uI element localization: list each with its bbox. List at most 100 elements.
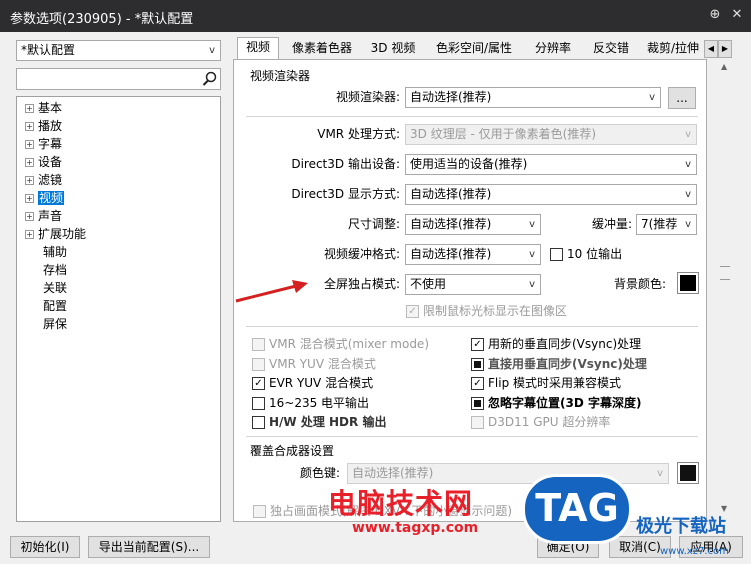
expand-icon[interactable]: +	[25, 230, 34, 239]
panel-scrollbar[interactable]: ▲ ▼	[718, 60, 732, 520]
tree-item[interactable]: 配置	[43, 297, 67, 315]
option-checkbox[interactable]	[252, 396, 265, 410]
option-checkbox[interactable]: ✓	[252, 377, 265, 390]
group-renderer-title: 视频渲染器	[248, 67, 313, 84]
tab-1[interactable]: 像素着色器	[284, 39, 360, 60]
chevron-down-icon: v	[529, 219, 535, 230]
tree-item[interactable]: + 设备	[25, 153, 62, 171]
tree-item[interactable]: + 视频	[25, 189, 65, 207]
buffer-label: 缓冲量:	[591, 217, 632, 231]
tenbit-checkbox[interactable]	[550, 248, 563, 261]
tree-item-label: 存档	[43, 263, 68, 277]
chevron-down-icon: v	[209, 45, 215, 56]
tab-scroll-left-icon[interactable]: ◀	[704, 40, 718, 58]
vmr-select[interactable]: 3D 纹理层 - 仅用于像素着色(推荐) v	[405, 124, 697, 145]
init-button[interactable]: 初始化(I)	[10, 536, 80, 558]
resize-select[interactable]: 自动选择(推荐) v	[405, 214, 541, 235]
tree-item[interactable]: 存档	[43, 261, 67, 279]
option-checkbox[interactable]	[471, 416, 484, 429]
tree-item-label: 扩展功能	[38, 227, 87, 241]
tree-item[interactable]: + 基本	[25, 99, 62, 117]
profile-combo[interactable]: *默认配置 v	[16, 40, 221, 61]
chevron-down-icon: v	[529, 249, 535, 260]
limit-cursor-label: 限制鼠标光标显示在图像区	[423, 304, 568, 318]
tab-6[interactable]: 裁剪/拉伸	[643, 39, 703, 60]
tree-item[interactable]: + 滤镜	[25, 171, 62, 189]
bg-color-swatch[interactable]	[677, 272, 699, 294]
watermark-title: 电脑技术网	[328, 487, 474, 520]
tree-item[interactable]: + 声音	[25, 207, 62, 225]
option-checkbox[interactable]: ✓	[471, 377, 484, 390]
option-checkbox[interactable]	[252, 338, 265, 351]
divider	[246, 436, 698, 437]
option-checkbox[interactable]	[252, 416, 265, 429]
tree-item[interactable]: 屏保	[43, 315, 67, 333]
tree-item-label: 字幕	[38, 137, 63, 151]
tree-item[interactable]: + 字幕	[25, 135, 62, 153]
buffer-select[interactable]: 7(推荐 v	[636, 214, 697, 235]
bg-color-label: 背景颜色:	[613, 277, 666, 291]
pin-icon[interactable]: ⊕	[706, 7, 724, 22]
option-checkbox[interactable]	[471, 357, 484, 371]
fullscreen-select[interactable]: 不使用 v	[405, 274, 541, 295]
tab-scroll-right-icon[interactable]: ▶	[718, 40, 732, 58]
renderer-value: 自动选择(推荐)	[410, 90, 492, 104]
d3d-mode-select[interactable]: 自动选择(推荐) v	[405, 184, 697, 205]
tree-item-label: 播放	[38, 119, 63, 133]
renderer-label: 视频渲染器:	[335, 90, 400, 104]
tree-item[interactable]: 关联	[43, 279, 67, 297]
tab-3[interactable]: 色彩空间/属性	[426, 39, 522, 60]
expand-icon[interactable]: +	[25, 212, 34, 221]
expand-icon[interactable]: +	[25, 158, 34, 167]
option-checkbox[interactable]	[471, 396, 484, 410]
tab-5[interactable]: 反交错	[585, 39, 637, 60]
group-overlay-title: 覆盖合成器设置	[248, 442, 337, 459]
watermark-right-title: 极光下载站	[636, 516, 726, 537]
colorkey-value: 自动选择(推荐)	[352, 466, 434, 480]
scroll-up-icon[interactable]: ▲	[721, 62, 727, 71]
tab-0[interactable]: 视频	[237, 37, 279, 60]
expand-icon[interactable]: +	[25, 122, 34, 131]
chevron-down-icon: v	[649, 92, 655, 103]
resize-value: 自动选择(推荐)	[410, 217, 492, 231]
buffer-format-label: 视频缓冲格式:	[323, 247, 400, 261]
d3d-mode-value: 自动选择(推荐)	[410, 187, 492, 201]
tree-item[interactable]: + 播放	[25, 117, 62, 135]
option-checkbox[interactable]: ✓	[471, 338, 484, 351]
renderer-more-button[interactable]: ...	[668, 87, 696, 109]
exclusive-checkbox[interactable]	[253, 505, 266, 518]
close-icon[interactable]: ✕	[728, 7, 746, 22]
profile-combo-value: *默认配置	[21, 43, 76, 57]
chevron-down-icon: v	[685, 159, 691, 170]
tab-4[interactable]: 分辨率	[527, 39, 579, 60]
option-checkbox[interactable]	[252, 357, 265, 371]
expand-icon[interactable]: +	[25, 140, 34, 149]
tab-2[interactable]: 3D 视频	[365, 39, 421, 60]
search-input[interactable]	[16, 68, 221, 90]
tree-item-label: 配置	[43, 299, 68, 313]
scroll-thumb[interactable]	[720, 266, 730, 280]
option-label: D3D11 GPU 超分辨率	[488, 415, 611, 429]
option-label: 直接用垂直同步(Vsync)处理	[488, 356, 647, 371]
watermark-url: www.tagxp.com	[352, 520, 479, 536]
export-config-button[interactable]: 导出当前配置(S)...	[88, 536, 210, 558]
divider	[246, 116, 698, 117]
limit-cursor-checkbox[interactable]: ✓	[406, 305, 419, 318]
resize-label: 尺寸调整:	[347, 217, 400, 231]
colorkey-select[interactable]: 自动选择(推荐) v	[347, 463, 669, 484]
search-icon[interactable]	[202, 71, 218, 87]
expand-icon[interactable]: +	[25, 104, 34, 113]
d3d-device-select[interactable]: 使用适当的设备(推荐) v	[405, 154, 697, 175]
colorkey-swatch[interactable]	[677, 462, 699, 484]
buffer-format-select[interactable]: 自动选择(推荐) v	[405, 244, 541, 265]
tree-item-label: 基本	[38, 101, 63, 115]
tree-item-label: 辅助	[43, 245, 68, 259]
renderer-select[interactable]: 自动选择(推荐) v	[405, 87, 661, 108]
tree-item[interactable]: + 扩展功能	[25, 225, 86, 243]
option-label: 16~235 电平输出	[269, 395, 370, 410]
tree-item-label: 设备	[38, 155, 63, 169]
expand-icon[interactable]: +	[25, 194, 34, 203]
chevron-down-icon: v	[657, 468, 663, 479]
tree-item[interactable]: 辅助	[43, 243, 67, 261]
expand-icon[interactable]: +	[25, 176, 34, 185]
